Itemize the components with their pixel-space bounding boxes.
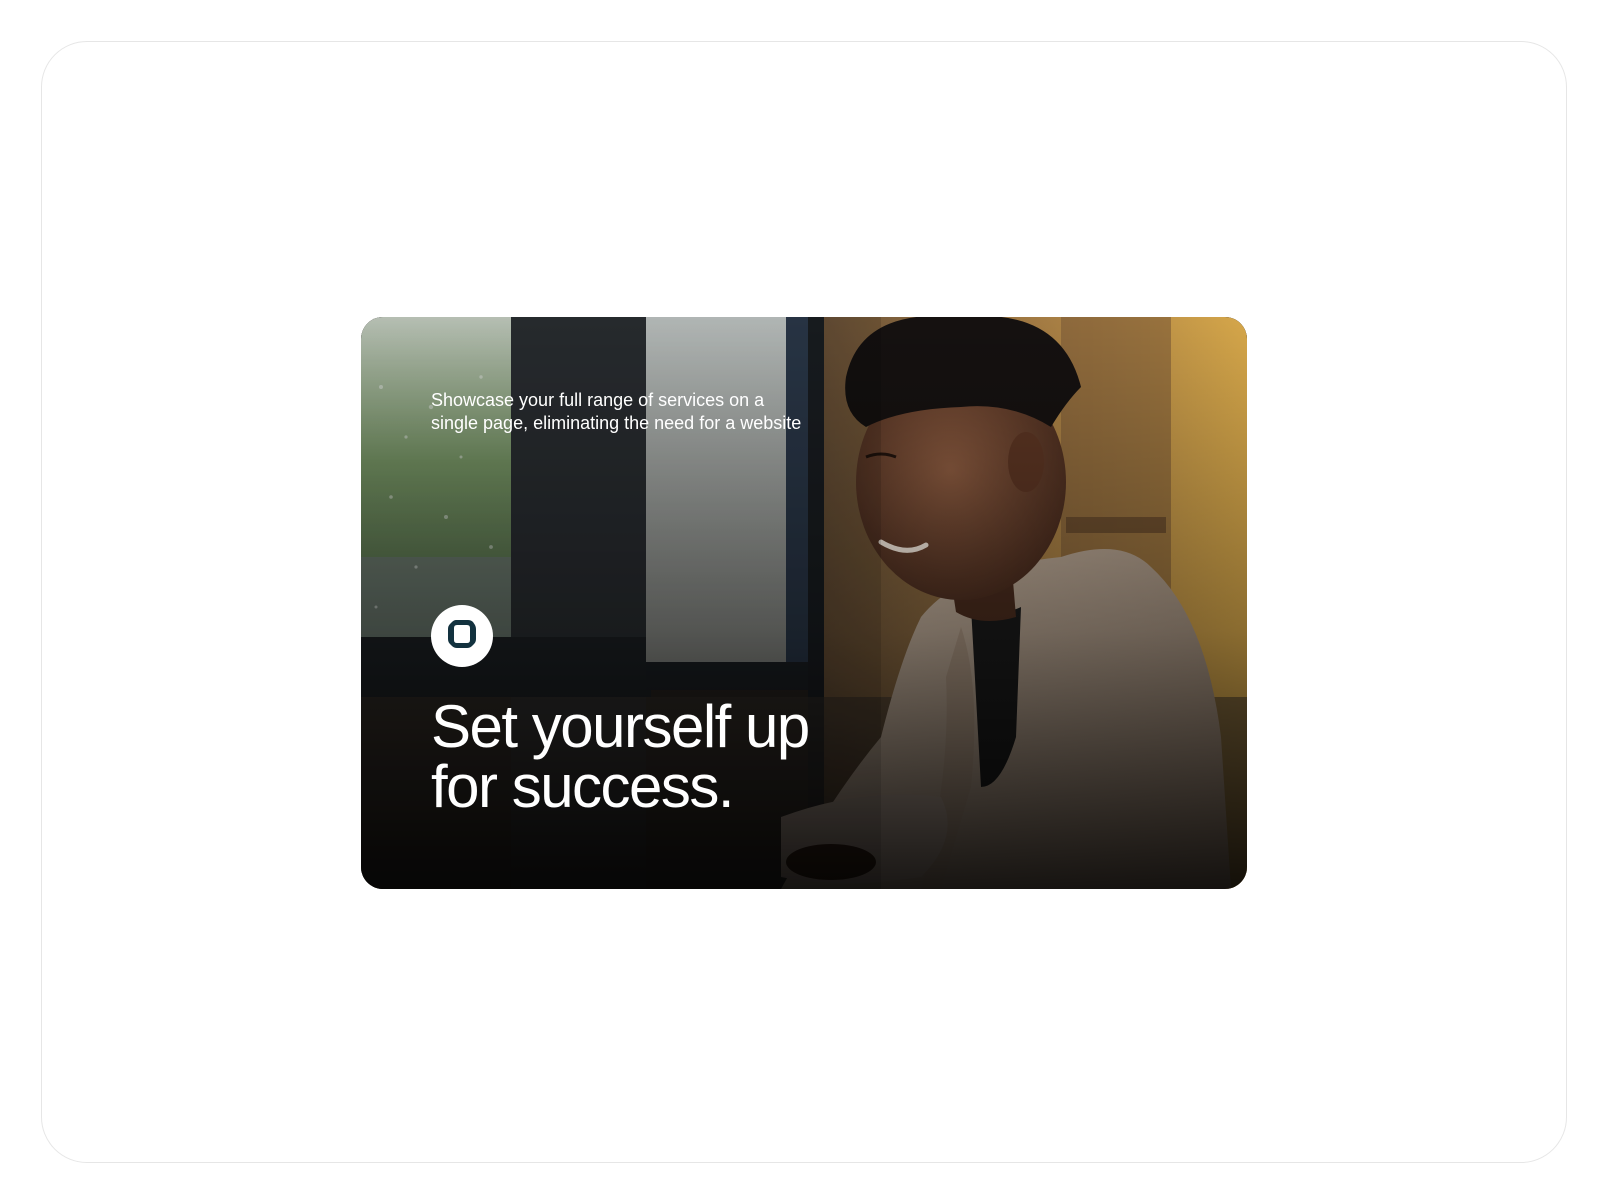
rounded-octagon-logo-icon	[445, 617, 479, 656]
tagline-line-2: single page, eliminating the need for a …	[431, 413, 802, 433]
logo-badge	[431, 605, 493, 667]
headline-line-1: Set yourself up	[431, 693, 810, 760]
tagline-line-1: Showcase your full range of services on …	[431, 390, 765, 410]
hero-card: Showcase your full range of services on …	[361, 317, 1247, 889]
hero-headline: Set yourself up for success.	[431, 693, 810, 820]
headline-line-2: for success.	[431, 753, 735, 820]
hero-tagline: Showcase your full range of services on …	[431, 389, 821, 435]
